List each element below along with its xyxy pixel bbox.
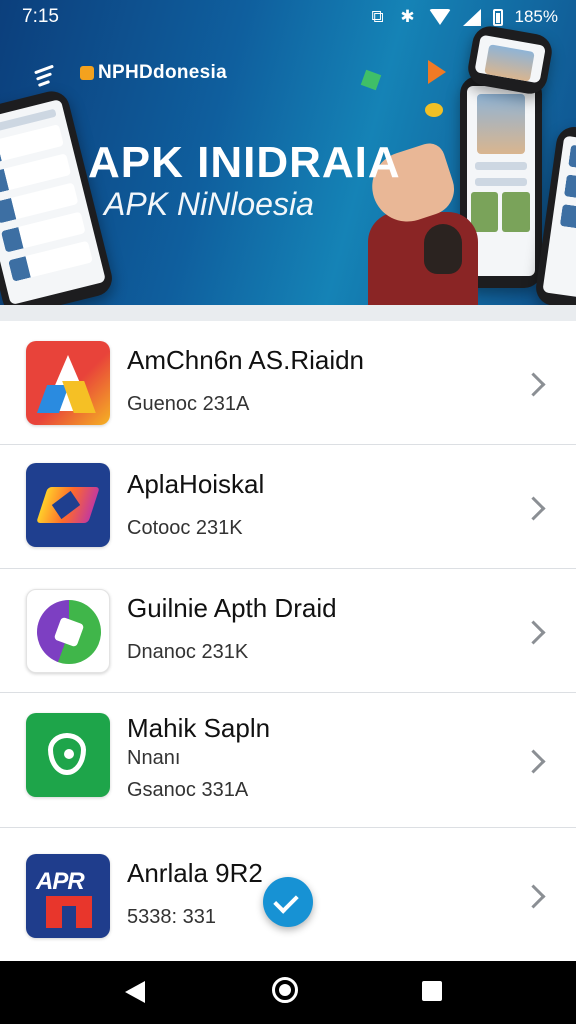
status-icons: ⧉ ✱ 185% (369, 7, 558, 27)
app-name: Guilnie Apth Draid (127, 593, 337, 623)
signal-icon (462, 8, 481, 26)
nfc-icon: ⧉ (371, 7, 384, 26)
list-item[interactable]: AmChn6n AS.Riaidn Guenoc 231A (0, 321, 576, 445)
recent-apps-icon[interactable] (422, 981, 442, 1001)
chevron-right-icon[interactable] (521, 372, 546, 397)
app-name: Anrlala 9R2 (127, 858, 263, 888)
app-meta: Gsanoc 331A (127, 779, 249, 801)
triangle-decoration (428, 60, 446, 84)
hero-banner: 7:15 ⧉ ✱ 185% NPHDdonesia APK INIDRAIA A… (0, 0, 576, 305)
list-item[interactable]: Guilnie Apth Draid Dnanoc 231K (0, 569, 576, 693)
list-item[interactable]: AplaHoiskal Cotooc 231K (0, 445, 576, 569)
person-head-illustration (424, 224, 462, 274)
chevron-right-icon[interactable] (521, 496, 546, 521)
app-meta: 5338: 331 (127, 906, 216, 928)
menu-icon[interactable] (34, 64, 56, 87)
app-subtitle: Nnanı (127, 747, 181, 769)
square-decoration (360, 69, 382, 91)
app-list: AmChn6n AS.Riaidn Guenoc 231A AplaHoiska… (0, 321, 576, 961)
bluetooth-icon: ✱ (400, 7, 415, 26)
app-name: Mahik Sapln (127, 713, 271, 743)
list-item[interactable]: Mahik Sapln Nnanı Gsanoc 331A (0, 693, 576, 828)
chevron-right-icon[interactable] (521, 749, 546, 774)
app-meta: Guenoc 231A (127, 393, 250, 415)
chevron-right-icon[interactable] (521, 620, 546, 645)
chevron-right-icon[interactable] (521, 884, 546, 909)
brand-name: NPHDdonesia (80, 62, 227, 84)
app-drop-icon (26, 713, 110, 797)
app-a-icon (26, 341, 110, 425)
app-zigzag-icon (26, 463, 110, 547)
navigation-bar (0, 961, 576, 1024)
app-meta: Dnanoc 231K (127, 641, 249, 663)
app-meta: Cotooc 231K (127, 517, 243, 539)
app-name: AplaHoiskal (127, 469, 265, 499)
phone-mockup-left (0, 87, 116, 305)
home-icon[interactable] (272, 977, 298, 1003)
battery-icon (492, 8, 503, 26)
status-time: 7:15 (22, 6, 59, 27)
banner-subtitle: APK NiNloesia (104, 186, 314, 222)
confirm-fab-button[interactable] (263, 877, 313, 927)
app-ring-icon (26, 589, 110, 673)
app-apr-icon: APR (26, 854, 110, 938)
brand-label: NPHDdonesia (98, 62, 227, 83)
check-icon (273, 888, 299, 914)
app-icon-label: APR (36, 868, 85, 895)
wifi-icon (428, 9, 451, 25)
brand-logo-icon (80, 66, 94, 80)
banner-title: APK INIDRAIA (88, 138, 401, 187)
battery-level: 185% (514, 7, 558, 26)
app-name: AmChn6n AS.Riaidn (127, 345, 365, 375)
leaf-decoration (425, 103, 443, 117)
back-icon[interactable] (125, 981, 145, 1003)
